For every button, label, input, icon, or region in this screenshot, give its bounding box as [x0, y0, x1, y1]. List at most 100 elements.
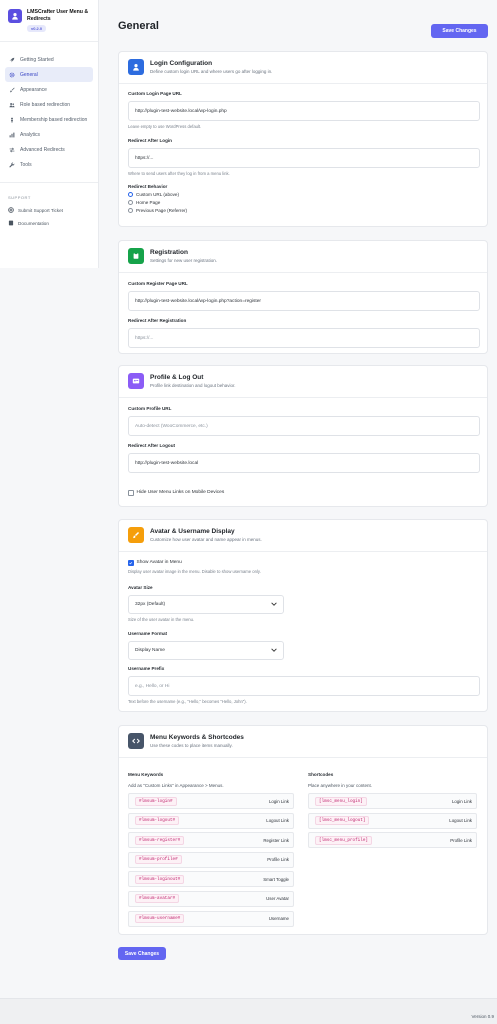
shortcode-row[interactable]: [lmsc_menu_profile] Profile Link [308, 832, 477, 849]
redirect-after-logout-input[interactable]: http://plugin-test-website.local [128, 453, 480, 473]
code-description: User Avatar [266, 896, 289, 902]
menu-keywords-column: Menu Keywords Add as "Custom Links" in A… [128, 772, 294, 930]
code-snippet[interactable]: #lmsum-register# [135, 835, 185, 845]
custom-login-url-input[interactable]: http://plugin-test-website.local/wp-logi… [128, 101, 480, 121]
sidebar-item-appearance[interactable]: Appearance [5, 82, 93, 97]
field-label: Redirect Behavior [128, 184, 168, 189]
sidebar-item-label: Tools [20, 161, 32, 168]
redirect-after-registration-field: Redirect After Registration https://... [128, 318, 480, 348]
save-changes-button-bottom[interactable]: Save Changes [118, 947, 166, 960]
sidebar-item-general[interactable]: General [5, 67, 93, 82]
redirect-after-login-input[interactable]: https://... [128, 148, 480, 168]
keyword-row[interactable]: #lmsum-avatar# User Avatar [128, 890, 294, 907]
keyword-row[interactable]: #lmsum-loginout# Smart Toggle [128, 871, 294, 888]
code-description: Login Link [268, 798, 289, 804]
chevron-down-icon [271, 601, 277, 608]
sidebar-item-label: Advanced Redirects [20, 146, 65, 153]
code-snippet[interactable]: #lmsum-logout# [135, 816, 180, 826]
avatar-display-card: Avatar & Username Display Customize how … [118, 519, 488, 712]
select-value: 32px (Default) [135, 602, 166, 607]
documentation-link[interactable]: Documentation [0, 217, 98, 230]
save-changes-button-top[interactable]: Save Changes [431, 24, 488, 38]
register-url-field: Custom Register Page URL http://plugin-t… [128, 281, 480, 311]
brand: LMSCrafter User Menu & Redirects v0.2.0 [0, 0, 98, 42]
keyword-row[interactable]: #lmsum-login# Login Link [128, 793, 294, 809]
registration-card: Registration Settings for new user regis… [118, 240, 488, 354]
sidebar-item-membership-based-redirection[interactable]: Membership based redirection [5, 112, 93, 127]
radio-home-page[interactable]: Home Page [128, 200, 480, 205]
chart-icon [9, 132, 15, 138]
username-format-select[interactable]: Display Name [128, 641, 284, 660]
code-snippet[interactable]: [lmsc_menu_login] [315, 796, 367, 806]
code-snippet[interactable]: #lmsum-avatar# [135, 894, 180, 904]
radio-previous-page[interactable]: Previous Page (Referrer) [128, 208, 480, 213]
version-text: Version 0.9 [471, 1014, 494, 1019]
radio-label: Custom URL (above) [136, 192, 179, 197]
documentation-label: Documentation [18, 221, 49, 226]
sidebar-item-advanced-redirects[interactable]: Advanced Redirects [5, 142, 93, 157]
card-title: Menu Keywords & Shortcodes [150, 734, 244, 741]
profile-url-input[interactable]: Auto-detect (WooCommerce, etc.) [128, 416, 480, 436]
shortcode-row[interactable]: [lmsc_menu_logout] Logout Link [308, 812, 477, 829]
card-title: Avatar & Username Display [150, 528, 235, 535]
redirect-after-registration-input[interactable]: https://... [128, 328, 480, 348]
sidebar-item-analytics[interactable]: Analytics [5, 127, 93, 142]
username-prefix-field: Username Prefix e.g., Hello, or Hi Text … [128, 666, 480, 704]
support-ticket-link[interactable]: Submit Support Ticket [0, 204, 98, 217]
redirect-after-logout-field: Redirect After Logout http://plugin-test… [128, 443, 480, 473]
keyword-row[interactable]: #lmsum-username# Username [128, 910, 294, 927]
card-header: Registration Settings for new user regis… [119, 241, 487, 273]
profile-logout-card: Profile & Log Out Profile link destinati… [118, 365, 488, 507]
sidebar-item-tools[interactable]: Tools [5, 157, 93, 172]
field-label: Custom Register Page URL [128, 281, 188, 286]
keywords-heading: Menu Keywords [128, 772, 164, 777]
code-snippet[interactable]: #lmsum-profile# [135, 855, 182, 865]
keyword-row[interactable]: #lmsum-logout# Logout Link [128, 812, 294, 829]
radio-dot[interactable] [128, 208, 133, 213]
sidebar-item-role-based-redirection[interactable]: Role based redirection [5, 97, 93, 112]
profile-card-icon [128, 373, 144, 389]
version-badge: v0.2.0 [27, 25, 47, 32]
card-title: Profile & Log Out [150, 374, 204, 381]
show-avatar-row: Show Avatar in Menu Display user avatar … [128, 560, 480, 574]
code-snippet[interactable]: #lmsum-username# [135, 914, 185, 924]
show-avatar-checkbox[interactable] [128, 560, 134, 566]
code-description: Username [268, 916, 289, 922]
plugin-logo-icon [8, 9, 22, 23]
code-snippet[interactable]: #lmsum-loginout# [135, 874, 185, 884]
keyword-row[interactable]: #lmsum-register# Register Link [128, 832, 294, 849]
hide-mobile-checkbox-row[interactable]: Hide User Menu Links on Mobile Devices [128, 490, 480, 496]
show-avatar-checkbox-row[interactable]: Show Avatar in Menu [128, 560, 480, 566]
field-label: Avatar Size [128, 585, 153, 590]
field-label: Username Prefix [128, 666, 165, 671]
arrows-icon [9, 147, 15, 153]
radio-dot[interactable] [128, 192, 133, 197]
username-format-field: Username Format Display Name [128, 631, 480, 660]
code-snippet[interactable]: #lmsum-login# [135, 796, 177, 806]
radio-label: Previous Page (Referrer) [136, 208, 188, 213]
checkbox-label: Show Avatar in Menu [136, 560, 182, 566]
sidebar-item-getting-started[interactable]: Getting Started [5, 52, 93, 67]
hide-mobile-checkbox[interactable] [128, 490, 134, 496]
code-snippet[interactable]: [lmsc_menu_logout] [315, 816, 370, 826]
card-header: Menu Keywords & Shortcodes Use these cod… [119, 726, 487, 758]
radio-dot[interactable] [128, 200, 133, 205]
users-icon [9, 102, 15, 108]
person-icon [9, 117, 15, 123]
sidebar: LMSCrafter User Menu & Redirects v0.2.0 … [0, 0, 99, 268]
checkbox-label: Hide User Menu Links on Mobile Devices [136, 490, 225, 496]
keyword-row[interactable]: #lmsum-profile# Profile Link [128, 851, 294, 868]
redirect-behavior-group: Redirect Behavior Custom URL (above) Hom… [128, 184, 480, 213]
avatar-size-select[interactable]: 32px (Default) [128, 595, 284, 614]
field-help: Where to send users after they log in fr… [128, 171, 230, 176]
radio-custom-url[interactable]: Custom URL (above) [128, 192, 480, 197]
code-description: Smart Toggle [263, 876, 289, 882]
code-snippet[interactable]: [lmsc_menu_profile] [315, 835, 372, 845]
user-icon [128, 59, 144, 75]
field-help: Size of the user avatar in the menu. [128, 617, 195, 622]
shortcode-row[interactable]: [lmsc_menu_login] Login Link [308, 793, 477, 809]
card-subtitle: Customize how user avatar and name appea… [150, 537, 262, 542]
register-url-input[interactable]: http://plugin-test-website.local/wp-logi… [128, 291, 480, 311]
card-title: Login Configuration [150, 60, 213, 67]
username-prefix-input[interactable]: e.g., Hello, or Hi [128, 676, 480, 696]
